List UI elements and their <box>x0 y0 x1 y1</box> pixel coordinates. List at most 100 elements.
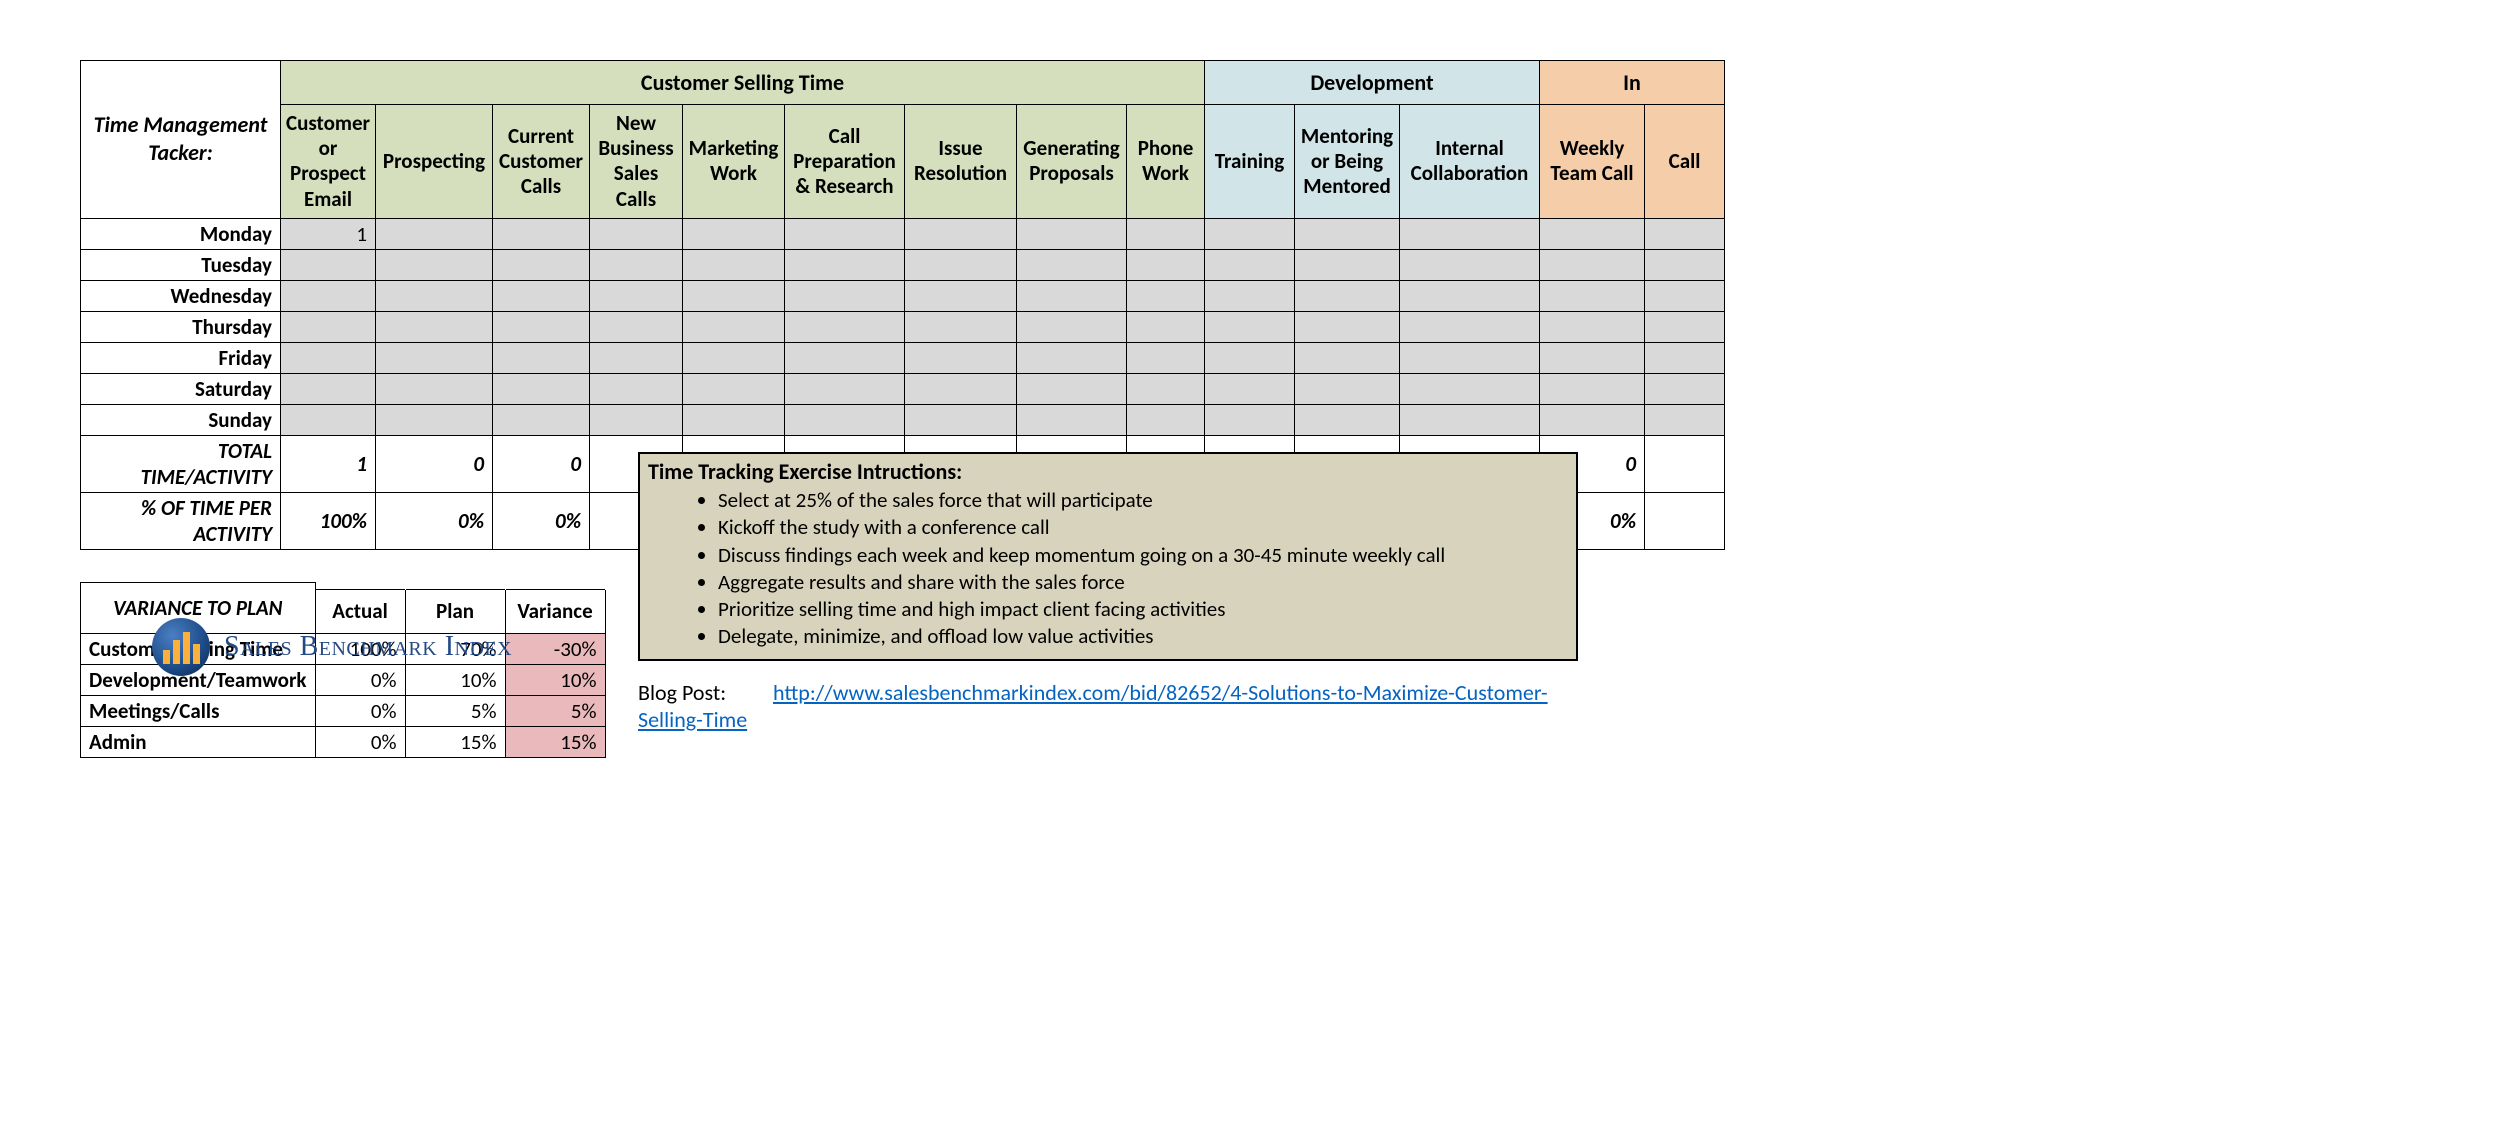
data-cell[interactable] <box>590 280 683 311</box>
data-cell[interactable] <box>493 249 590 280</box>
data-cell[interactable] <box>1127 218 1205 249</box>
data-cell[interactable] <box>1400 311 1540 342</box>
data-cell[interactable] <box>785 249 905 280</box>
data-cell[interactable] <box>493 218 590 249</box>
data-cell[interactable] <box>1645 249 1725 280</box>
data-cell[interactable] <box>905 280 1017 311</box>
data-cell[interactable] <box>1400 218 1540 249</box>
data-cell[interactable] <box>376 280 493 311</box>
data-cell[interactable] <box>785 218 905 249</box>
data-cell[interactable] <box>1127 280 1205 311</box>
data-cell[interactable] <box>493 373 590 404</box>
data-cell[interactable] <box>1645 373 1725 404</box>
data-cell[interactable] <box>905 342 1017 373</box>
data-cell[interactable] <box>281 249 376 280</box>
data-cell[interactable] <box>905 311 1017 342</box>
data-cell[interactable] <box>376 342 493 373</box>
data-cell[interactable] <box>1645 311 1725 342</box>
data-cell[interactable] <box>1205 373 1295 404</box>
data-cell[interactable] <box>1645 342 1725 373</box>
data-cell[interactable] <box>683 249 785 280</box>
data-cell[interactable] <box>683 280 785 311</box>
data-cell[interactable] <box>1645 218 1725 249</box>
data-cell[interactable]: 1 <box>281 218 376 249</box>
data-cell[interactable] <box>281 311 376 342</box>
data-cell[interactable] <box>493 311 590 342</box>
data-cell[interactable] <box>1295 249 1400 280</box>
data-cell[interactable] <box>590 373 683 404</box>
data-cell[interactable] <box>493 404 590 435</box>
data-cell[interactable] <box>785 311 905 342</box>
data-cell[interactable] <box>1540 280 1645 311</box>
data-cell[interactable] <box>683 404 785 435</box>
data-cell[interactable] <box>683 373 785 404</box>
data-cell[interactable] <box>1017 218 1127 249</box>
data-cell[interactable] <box>1127 404 1205 435</box>
data-cell[interactable] <box>1400 342 1540 373</box>
data-cell[interactable] <box>1540 249 1645 280</box>
data-cell[interactable] <box>1017 373 1127 404</box>
data-cell[interactable] <box>376 404 493 435</box>
data-cell[interactable] <box>1127 249 1205 280</box>
data-cell[interactable] <box>376 218 493 249</box>
data-cell[interactable] <box>1127 373 1205 404</box>
data-cell[interactable] <box>376 249 493 280</box>
data-cell[interactable] <box>1017 342 1127 373</box>
data-cell[interactable] <box>683 311 785 342</box>
data-cell[interactable] <box>1017 404 1127 435</box>
data-cell[interactable] <box>1400 249 1540 280</box>
data-cell[interactable] <box>1540 342 1645 373</box>
data-cell[interactable] <box>1540 218 1645 249</box>
data-cell[interactable] <box>281 373 376 404</box>
data-cell[interactable] <box>1017 311 1127 342</box>
data-cell[interactable] <box>590 249 683 280</box>
data-cell[interactable] <box>785 280 905 311</box>
data-cell[interactable] <box>590 311 683 342</box>
data-cell[interactable] <box>1540 404 1645 435</box>
column-header: WeeklyTeam Call <box>1540 105 1645 219</box>
data-cell[interactable] <box>785 342 905 373</box>
data-cell[interactable] <box>1205 311 1295 342</box>
data-cell[interactable] <box>905 218 1017 249</box>
data-cell[interactable] <box>1127 342 1205 373</box>
data-cell[interactable] <box>1205 218 1295 249</box>
data-cell[interactable] <box>905 404 1017 435</box>
data-cell[interactable] <box>281 404 376 435</box>
data-cell[interactable] <box>590 218 683 249</box>
data-cell[interactable] <box>1295 218 1400 249</box>
data-cell[interactable] <box>493 280 590 311</box>
data-cell[interactable] <box>785 373 905 404</box>
data-cell[interactable] <box>1205 280 1295 311</box>
data-cell[interactable] <box>905 373 1017 404</box>
data-cell[interactable] <box>1295 280 1400 311</box>
data-cell[interactable] <box>683 342 785 373</box>
data-cell[interactable] <box>683 218 785 249</box>
data-cell[interactable] <box>1645 404 1725 435</box>
data-cell[interactable] <box>1295 342 1400 373</box>
data-cell[interactable] <box>1205 342 1295 373</box>
data-cell[interactable] <box>281 280 376 311</box>
data-cell[interactable] <box>1127 311 1205 342</box>
data-cell[interactable] <box>1205 404 1295 435</box>
data-cell[interactable] <box>1017 249 1127 280</box>
data-cell[interactable] <box>1400 280 1540 311</box>
data-cell[interactable] <box>1645 280 1725 311</box>
data-cell[interactable] <box>376 311 493 342</box>
data-cell[interactable] <box>1295 373 1400 404</box>
data-cell[interactable] <box>1017 280 1127 311</box>
data-cell[interactable] <box>1540 311 1645 342</box>
blog-link[interactable]: http://www.salesbenchmarkindex.com/bid/8… <box>638 679 1548 733</box>
data-cell[interactable] <box>493 342 590 373</box>
data-cell[interactable] <box>376 373 493 404</box>
data-cell[interactable] <box>785 404 905 435</box>
data-cell[interactable] <box>1540 373 1645 404</box>
data-cell[interactable] <box>1400 404 1540 435</box>
data-cell[interactable] <box>1205 249 1295 280</box>
data-cell[interactable] <box>905 249 1017 280</box>
data-cell[interactable] <box>1295 404 1400 435</box>
data-cell[interactable] <box>1295 311 1400 342</box>
data-cell[interactable] <box>1400 373 1540 404</box>
data-cell[interactable] <box>590 342 683 373</box>
data-cell[interactable] <box>281 342 376 373</box>
data-cell[interactable] <box>590 404 683 435</box>
